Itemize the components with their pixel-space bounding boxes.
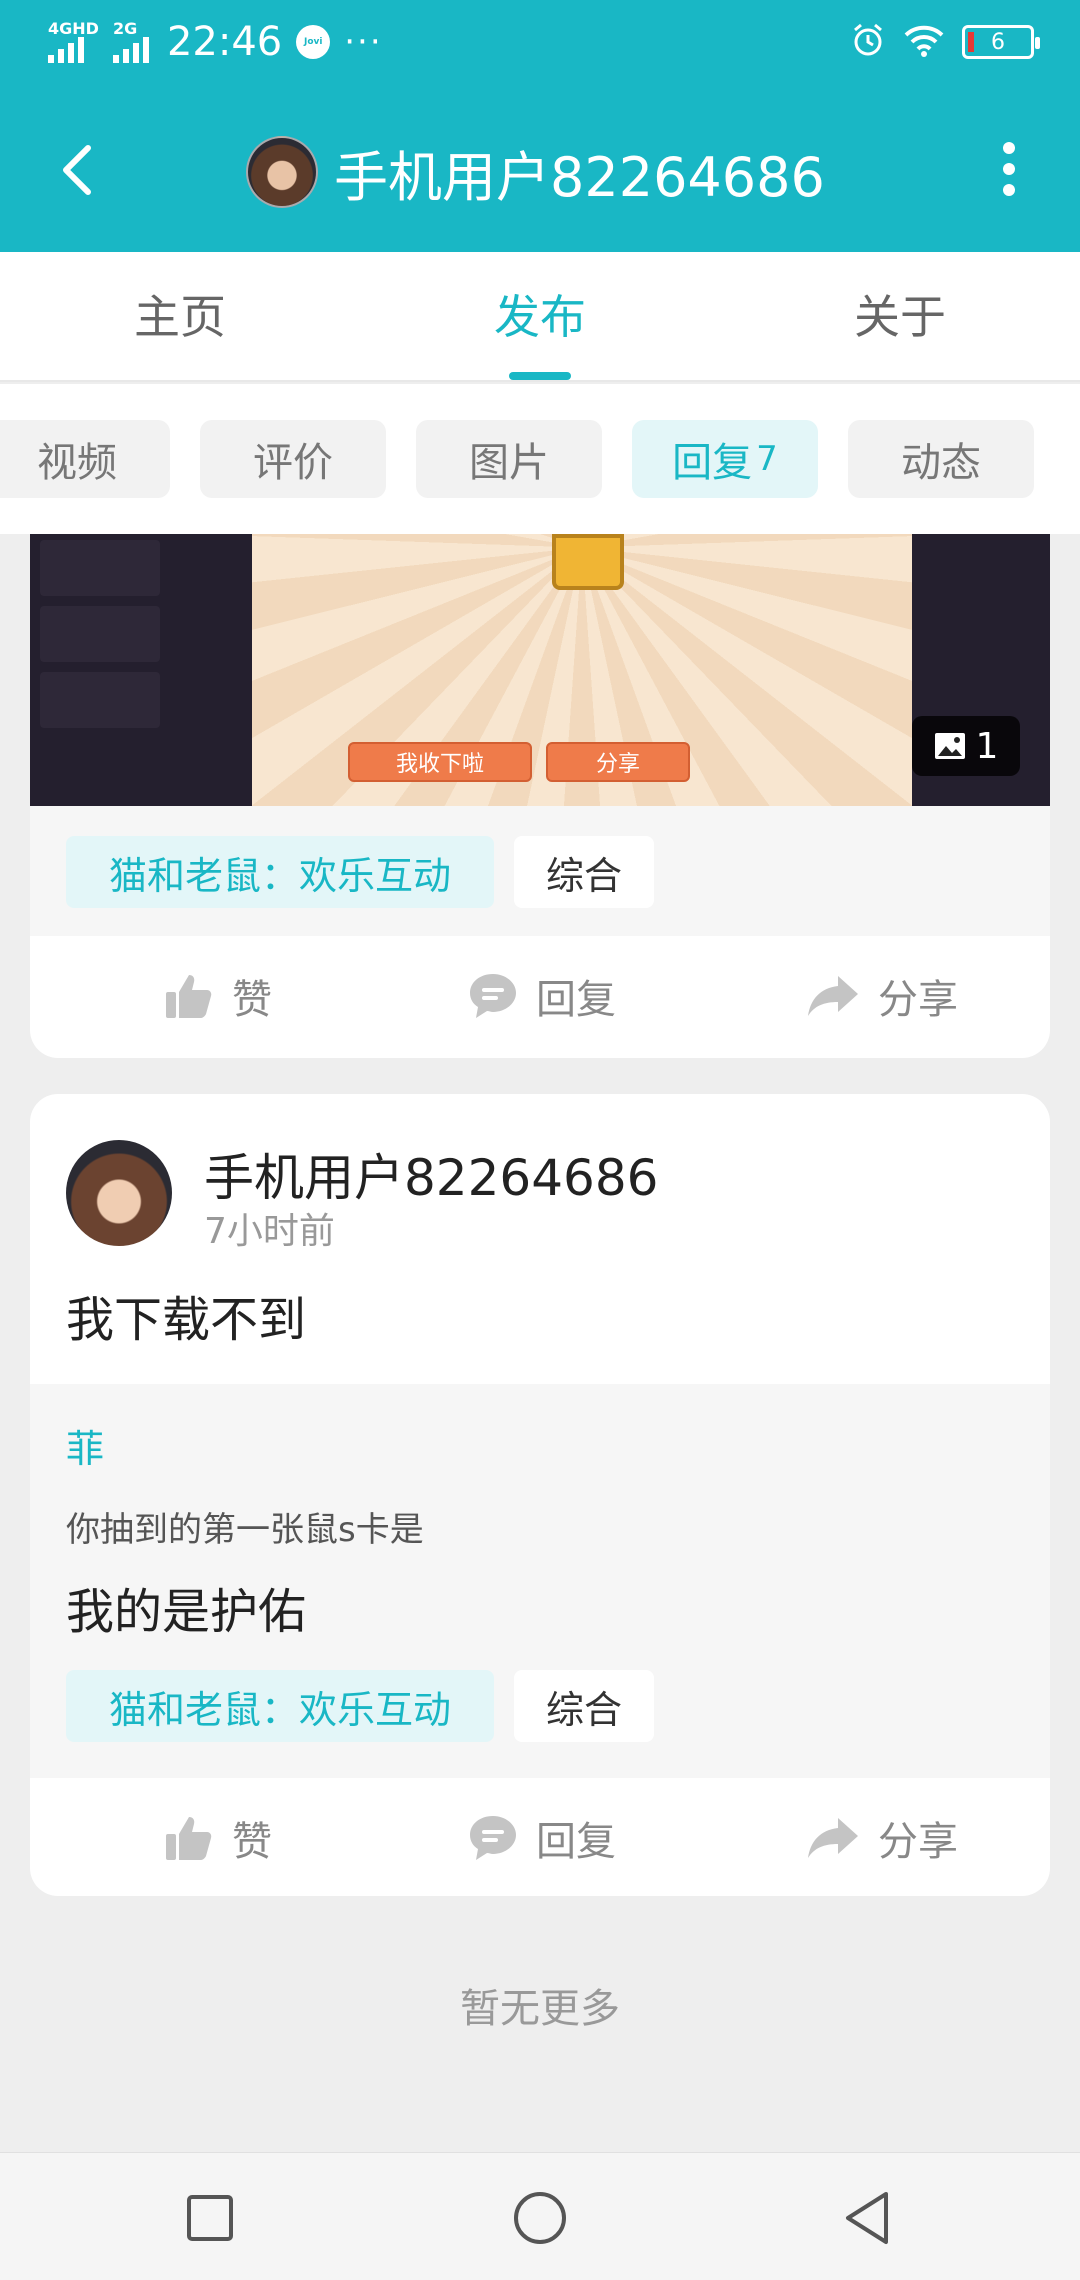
post-image[interactable]: 我收下啦 分享 1 <box>30 534 1050 806</box>
content-filter-chips: 视频 评价 图片 回复 7 动态 <box>0 384 1080 534</box>
post-card: 我收下啦 分享 1 猫和老鼠：欢乐互动 综合 赞 回复 分享 <box>30 534 1050 1058</box>
post-actions: 赞 回复 分享 <box>30 936 1050 1056</box>
chip-replies[interactable]: 回复 7 <box>632 420 818 498</box>
thumbs-up-icon <box>166 1817 212 1860</box>
recents-button[interactable] <box>165 2173 255 2263</box>
chip-video[interactable]: 视频 <box>0 420 170 498</box>
reply-count: 7 <box>756 439 778 479</box>
signal-2g-icon: 2G <box>112 21 149 63</box>
tab-posts[interactable]: 发布 <box>440 252 640 382</box>
jovi-icon: Jovi <box>296 25 331 59</box>
image-icon <box>934 733 965 759</box>
battery-icon: 6 <box>962 25 1040 59</box>
avatar[interactable] <box>246 136 318 208</box>
game-tag[interactable]: 猫和老鼠：欢乐互动 <box>66 1670 494 1742</box>
reply-content[interactable]: 我下载不到 <box>66 1280 306 1350</box>
image-count-badge: 1 <box>912 716 1020 776</box>
chip-images[interactable]: 图片 <box>416 420 602 498</box>
category-tag[interactable]: 综合 <box>514 1670 654 1742</box>
square-icon <box>187 2195 233 2241</box>
triangle-back-icon <box>846 2192 888 2244</box>
back-arrow-icon <box>63 145 91 195</box>
tab-indicator <box>509 372 571 380</box>
like-button[interactable]: 赞 <box>164 936 272 1056</box>
post-author[interactable]: 手机用户82264686 <box>204 1138 659 1210</box>
post-time: 7小时前 <box>204 1211 335 1252</box>
status-bar: 4GHD 2G 22:46 Jovi ··· 6 <box>0 0 1080 84</box>
game-tag[interactable]: 猫和老鼠：欢乐互动 <box>66 836 494 908</box>
reply-button[interactable]: 回复 <box>468 936 616 1056</box>
post-actions: 赞 回复 分享 <box>30 1778 1050 1896</box>
back-nav-button[interactable] <box>822 2173 912 2263</box>
page-title: 手机用户82264686 <box>334 145 825 209</box>
quoted-body: 我的是护佑 <box>66 1584 307 1640</box>
profile-title: 手机用户82264686 <box>246 134 825 210</box>
more-options-button[interactable] <box>974 134 1044 204</box>
comment-icon <box>470 974 516 1018</box>
notification-more-icon: ··· <box>344 22 383 62</box>
circle-icon <box>514 2192 566 2244</box>
back-button[interactable] <box>36 130 116 210</box>
share-icon <box>808 1818 858 1858</box>
like-button[interactable]: 赞 <box>164 1778 272 1896</box>
avatar[interactable] <box>66 1140 172 1246</box>
share-button[interactable]: 分享 <box>806 1778 958 1896</box>
home-button[interactable] <box>495 2173 585 2263</box>
feather-item-icon <box>552 534 624 590</box>
comment-icon <box>470 1816 516 1860</box>
share-icon <box>808 976 858 1016</box>
tab-home[interactable]: 主页 <box>80 252 280 382</box>
signal-4g-icon: 4GHD <box>48 21 99 63</box>
wifi-icon <box>904 23 944 61</box>
main-tabs: 主页 发布 关于 <box>0 252 1080 382</box>
alarm-icon <box>850 22 886 62</box>
quoted-author[interactable]: 菲 <box>66 1418 104 1473</box>
quoted-post[interactable]: 菲 你抽到的第一张鼠s卡是 我的是护佑 猫和老鼠：欢乐互动 综合 <box>30 1384 1050 1778</box>
quoted-title: 你抽到的第一张鼠s卡是 <box>66 1510 424 1550</box>
image-button-share: 分享 <box>546 742 690 782</box>
end-of-list-text: 暂无更多 <box>460 1986 620 2032</box>
chip-activity[interactable]: 动态 <box>848 420 1034 498</box>
system-nav-bar <box>0 2152 1080 2280</box>
reply-card: 手机用户82264686 7小时前 我下载不到 菲 你抽到的第一张鼠s卡是 我的… <box>30 1094 1050 1896</box>
more-vertical-icon <box>1003 142 1015 154</box>
app-header: 4GHD 2G 22:46 Jovi ··· 6 手机用户82264686 <box>0 0 1080 252</box>
reply-button[interactable]: 回复 <box>468 1778 616 1896</box>
tab-about[interactable]: 关于 <box>800 252 1000 382</box>
category-tag[interactable]: 综合 <box>514 836 654 908</box>
status-left: 4GHD 2G 22:46 Jovi ··· <box>48 18 383 66</box>
status-right: 6 <box>850 22 1040 62</box>
thumbs-up-icon <box>166 975 212 1018</box>
title-bar: 手机用户82264686 <box>0 110 1080 230</box>
status-time: 22:46 <box>166 19 283 65</box>
image-button-collect: 我收下啦 <box>348 742 532 782</box>
share-button[interactable]: 分享 <box>806 936 958 1056</box>
chip-reviews[interactable]: 评价 <box>200 420 386 498</box>
post-tags: 猫和老鼠：欢乐互动 综合 <box>30 806 1050 936</box>
